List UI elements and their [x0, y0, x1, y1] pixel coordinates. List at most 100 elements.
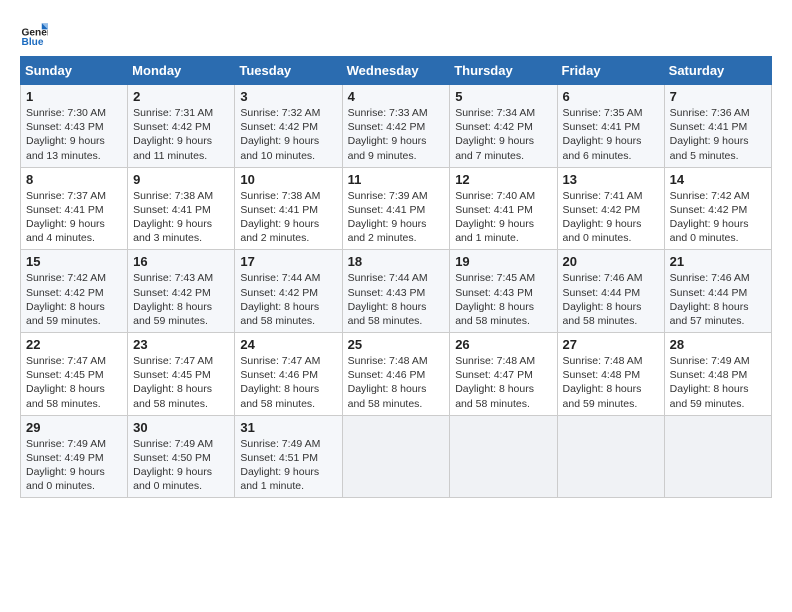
calendar-cell: 11Sunrise: 7:39 AMSunset: 4:41 PMDayligh…: [342, 167, 450, 250]
day-number: 8: [26, 172, 122, 187]
calendar-cell: [664, 415, 771, 498]
day-number: 6: [563, 89, 659, 104]
calendar-cell: [557, 415, 664, 498]
day-number: 17: [240, 254, 336, 269]
cell-info: Sunrise: 7:42 AMSunset: 4:42 PMDaylight:…: [26, 271, 122, 328]
day-number: 15: [26, 254, 122, 269]
cell-info: Sunrise: 7:49 AMSunset: 4:51 PMDaylight:…: [240, 437, 336, 494]
cell-info: Sunrise: 7:30 AMSunset: 4:43 PMDaylight:…: [26, 106, 122, 163]
day-number: 10: [240, 172, 336, 187]
cell-info: Sunrise: 7:36 AMSunset: 4:41 PMDaylight:…: [670, 106, 766, 163]
calendar-cell: 8 Sunrise: 7:37 AMSunset: 4:41 PMDaylight…: [21, 167, 128, 250]
day-number: 14: [670, 172, 766, 187]
calendar-cell: 25Sunrise: 7:48 AMSunset: 4:46 PMDayligh…: [342, 333, 450, 416]
calendar-cell: 1 Sunrise: 7:30 AMSunset: 4:43 PMDaylight…: [21, 85, 128, 168]
cell-info: Sunrise: 7:48 AMSunset: 4:47 PMDaylight:…: [455, 354, 551, 411]
col-header-thursday: Thursday: [450, 57, 557, 85]
cell-info: Sunrise: 7:31 AMSunset: 4:42 PMDaylight:…: [133, 106, 229, 163]
calendar-cell: 26 Sunrise: 7:48 AMSunset: 4:47 PMDayligh…: [450, 333, 557, 416]
col-header-saturday: Saturday: [664, 57, 771, 85]
cell-info: Sunrise: 7:37 AMSunset: 4:41 PMDaylight:…: [26, 189, 122, 246]
cell-info: Sunrise: 7:32 AMSunset: 4:42 PMDaylight:…: [240, 106, 336, 163]
calendar-cell: 10 Sunrise: 7:38 AMSunset: 4:41 PMDayligh…: [235, 167, 342, 250]
calendar-cell: 14 Sunrise: 7:42 AMSunset: 4:42 PMDayligh…: [664, 167, 771, 250]
cell-info: Sunrise: 7:43 AMSunset: 4:42 PMDaylight:…: [133, 271, 229, 328]
day-number: 4: [348, 89, 445, 104]
calendar-cell: 7 Sunrise: 7:36 AMSunset: 4:41 PMDaylight…: [664, 85, 771, 168]
day-number: 9: [133, 172, 229, 187]
calendar-table: SundayMondayTuesdayWednesdayThursdayFrid…: [20, 56, 772, 498]
day-number: 1: [26, 89, 122, 104]
calendar-cell: 21 Sunrise: 7:46 AMSunset: 4:44 PMDayligh…: [664, 250, 771, 333]
calendar-cell: 5 Sunrise: 7:34 AMSunset: 4:42 PMDaylight…: [450, 85, 557, 168]
calendar-cell: 3 Sunrise: 7:32 AMSunset: 4:42 PMDaylight…: [235, 85, 342, 168]
day-number: 18: [348, 254, 445, 269]
cell-info: Sunrise: 7:47 AMSunset: 4:46 PMDaylight:…: [240, 354, 336, 411]
col-header-friday: Friday: [557, 57, 664, 85]
calendar-cell: 28Sunrise: 7:49 AMSunset: 4:48 PMDayligh…: [664, 333, 771, 416]
day-number: 26: [455, 337, 551, 352]
cell-info: Sunrise: 7:47 AMSunset: 4:45 PMDaylight:…: [133, 354, 229, 411]
calendar-cell: 2 Sunrise: 7:31 AMSunset: 4:42 PMDaylight…: [128, 85, 235, 168]
cell-info: Sunrise: 7:49 AMSunset: 4:49 PMDaylight:…: [26, 437, 122, 494]
cell-info: Sunrise: 7:46 AMSunset: 4:44 PMDaylight:…: [670, 271, 766, 328]
day-number: 27: [563, 337, 659, 352]
day-number: 5: [455, 89, 551, 104]
cell-info: Sunrise: 7:41 AMSunset: 4:42 PMDaylight:…: [563, 189, 659, 246]
calendar-cell: 27 Sunrise: 7:48 AMSunset: 4:48 PMDayligh…: [557, 333, 664, 416]
day-number: 30: [133, 420, 229, 435]
calendar-cell: 17 Sunrise: 7:44 AMSunset: 4:42 PMDayligh…: [235, 250, 342, 333]
calendar-cell: 13 Sunrise: 7:41 AMSunset: 4:42 PMDayligh…: [557, 167, 664, 250]
logo: General Blue: [20, 20, 52, 48]
day-number: 12: [455, 172, 551, 187]
logo-icon: General Blue: [20, 20, 48, 48]
day-number: 28: [670, 337, 766, 352]
cell-info: Sunrise: 7:35 AMSunset: 4:41 PMDaylight:…: [563, 106, 659, 163]
day-number: 29: [26, 420, 122, 435]
cell-info: Sunrise: 7:46 AMSunset: 4:44 PMDaylight:…: [563, 271, 659, 328]
cell-info: Sunrise: 7:33 AMSunset: 4:42 PMDaylight:…: [348, 106, 445, 163]
day-number: 31: [240, 420, 336, 435]
cell-info: Sunrise: 7:38 AMSunset: 4:41 PMDaylight:…: [240, 189, 336, 246]
cell-info: Sunrise: 7:34 AMSunset: 4:42 PMDaylight:…: [455, 106, 551, 163]
day-number: 20: [563, 254, 659, 269]
calendar-cell: 18 Sunrise: 7:44 AMSunset: 4:43 PMDayligh…: [342, 250, 450, 333]
day-number: 3: [240, 89, 336, 104]
col-header-wednesday: Wednesday: [342, 57, 450, 85]
day-number: 7: [670, 89, 766, 104]
calendar-cell: 30 Sunrise: 7:49 AMSunset: 4:50 PMDayligh…: [128, 415, 235, 498]
cell-info: Sunrise: 7:44 AMSunset: 4:42 PMDaylight:…: [240, 271, 336, 328]
day-number: 22: [26, 337, 122, 352]
cell-info: Sunrise: 7:42 AMSunset: 4:42 PMDaylight:…: [670, 189, 766, 246]
day-number: 24: [240, 337, 336, 352]
calendar-cell: 4 Sunrise: 7:33 AMSunset: 4:42 PMDaylight…: [342, 85, 450, 168]
calendar-cell: 31 Sunrise: 7:49 AMSunset: 4:51 PMDayligh…: [235, 415, 342, 498]
col-header-sunday: Sunday: [21, 57, 128, 85]
col-header-tuesday: Tuesday: [235, 57, 342, 85]
cell-info: Sunrise: 7:38 AMSunset: 4:41 PMDaylight:…: [133, 189, 229, 246]
calendar-cell: 16 Sunrise: 7:43 AMSunset: 4:42 PMDayligh…: [128, 250, 235, 333]
col-header-monday: Monday: [128, 57, 235, 85]
calendar-cell: 19Sunrise: 7:45 AMSunset: 4:43 PMDayligh…: [450, 250, 557, 333]
day-number: 21: [670, 254, 766, 269]
calendar-cell: 22 Sunrise: 7:47 AMSunset: 4:45 PMDayligh…: [21, 333, 128, 416]
day-number: 25: [348, 337, 445, 352]
calendar-cell: 24 Sunrise: 7:47 AMSunset: 4:46 PMDayligh…: [235, 333, 342, 416]
day-number: 2: [133, 89, 229, 104]
calendar-cell: 29 Sunrise: 7:49 AMSunset: 4:49 PMDayligh…: [21, 415, 128, 498]
day-number: 13: [563, 172, 659, 187]
calendar-cell: 6 Sunrise: 7:35 AMSunset: 4:41 PMDaylight…: [557, 85, 664, 168]
cell-info: Sunrise: 7:40 AMSunset: 4:41 PMDaylight:…: [455, 189, 551, 246]
cell-info: Sunrise: 7:49 AMSunset: 4:50 PMDaylight:…: [133, 437, 229, 494]
cell-info: Sunrise: 7:48 AMSunset: 4:48 PMDaylight:…: [563, 354, 659, 411]
svg-text:Blue: Blue: [22, 37, 44, 48]
day-number: 16: [133, 254, 229, 269]
cell-info: Sunrise: 7:39 AMSunset: 4:41 PMDaylight:…: [348, 189, 445, 246]
calendar-cell: 20 Sunrise: 7:46 AMSunset: 4:44 PMDayligh…: [557, 250, 664, 333]
calendar-cell: [450, 415, 557, 498]
cell-info: Sunrise: 7:47 AMSunset: 4:45 PMDaylight:…: [26, 354, 122, 411]
cell-info: Sunrise: 7:44 AMSunset: 4:43 PMDaylight:…: [348, 271, 445, 328]
cell-info: Sunrise: 7:45 AMSunset: 4:43 PMDaylight:…: [455, 271, 551, 328]
calendar-cell: 12 Sunrise: 7:40 AMSunset: 4:41 PMDayligh…: [450, 167, 557, 250]
calendar-cell: 9 Sunrise: 7:38 AMSunset: 4:41 PMDaylight…: [128, 167, 235, 250]
